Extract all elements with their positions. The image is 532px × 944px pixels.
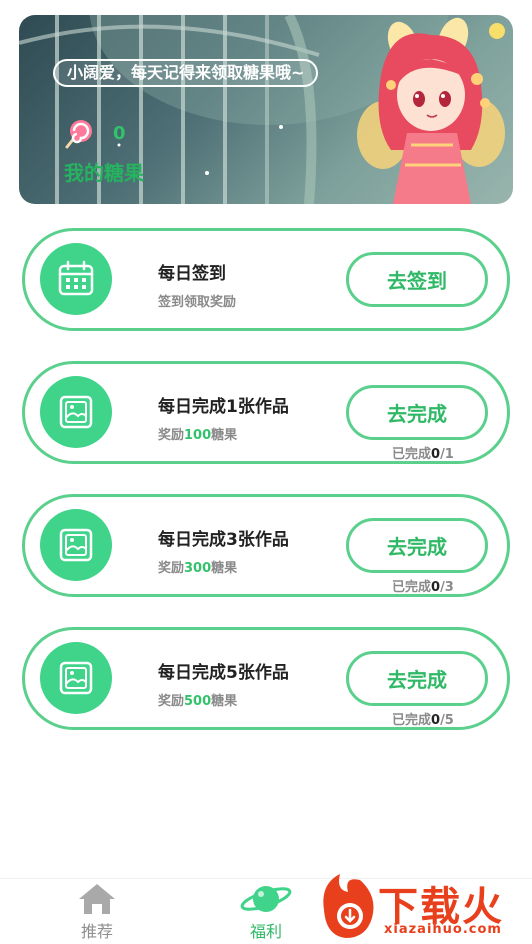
- welfare-banner: 小阔爱，每天记得来领取糖果哦~ 0 我的糖果: [19, 15, 513, 204]
- progress-done: 0: [431, 580, 441, 595]
- task-reward: 奖励300糖果: [158, 557, 237, 576]
- task-progress: 已完成0/5: [392, 709, 454, 728]
- progress-done: 0: [431, 713, 441, 728]
- progress-prefix: 已完成: [392, 580, 432, 595]
- task-subtitle: 签到领取奖励: [158, 295, 237, 310]
- checkin-button[interactable]: 去签到: [346, 252, 488, 307]
- complete-button[interactable]: 去完成: [346, 385, 488, 440]
- reward-suffix: 糖果: [211, 561, 238, 576]
- tab-welfare[interactable]: 福利: [226, 879, 306, 942]
- reward-prefix: 奖励: [158, 428, 185, 443]
- reward-amount: 300: [184, 561, 212, 576]
- tab-label: 推荐: [80, 922, 113, 941]
- task-card-complete-5: 每日完成5张作品 奖励500糖果 去完成 已完成0/5: [22, 627, 510, 730]
- task-icon-badge: [40, 243, 112, 315]
- task-card-daily-checkin: 每日签到 签到领取奖励 去签到: [22, 228, 510, 331]
- calendar-icon: [58, 260, 94, 296]
- complete-button[interactable]: 去完成: [346, 518, 488, 573]
- planet-icon: [240, 886, 292, 912]
- lollipop-icon: [65, 120, 92, 149]
- task-reward: 奖励100糖果: [158, 424, 237, 443]
- my-candy-label: 我的糖果: [64, 161, 144, 185]
- reward-suffix: 糖果: [211, 694, 238, 709]
- complete-button[interactable]: 去完成: [346, 651, 488, 706]
- task-icon-badge: [40, 642, 112, 714]
- home-icon: [79, 884, 115, 914]
- task-title: 每日签到: [158, 264, 226, 284]
- task-icon-badge: [40, 509, 112, 581]
- task-title: 每日完成3张作品: [158, 530, 289, 550]
- image-icon: [59, 528, 93, 562]
- task-progress: 已完成0/3: [392, 576, 454, 595]
- anime-girl-illustration: [357, 17, 505, 204]
- candy-count: 0: [113, 122, 126, 144]
- task-icon-badge: [40, 376, 112, 448]
- progress-total: /1: [440, 447, 454, 462]
- candy-balance: 0: [63, 117, 126, 149]
- tab-recommend[interactable]: 推荐: [57, 879, 137, 942]
- reward-suffix: 糖果: [211, 428, 238, 443]
- progress-prefix: 已完成: [392, 447, 432, 462]
- task-title: 每日完成5张作品: [158, 663, 289, 683]
- reward-prefix: 奖励: [158, 694, 185, 709]
- progress-total: /5: [440, 713, 454, 728]
- task-card-complete-1: 每日完成1张作品 奖励100糖果 去完成 已完成0/1: [22, 361, 510, 464]
- task-title: 每日完成1张作品: [158, 397, 289, 417]
- reward-amount: 100: [184, 428, 212, 443]
- image-icon: [59, 661, 93, 695]
- progress-total: /3: [440, 580, 454, 595]
- progress-done: 0: [431, 447, 441, 462]
- reward-prefix: 奖励: [158, 561, 185, 576]
- progress-prefix: 已完成: [392, 713, 432, 728]
- image-icon: [59, 395, 93, 429]
- greeting-bubble: 小阔爱，每天记得来领取糖果哦~: [53, 59, 319, 87]
- task-progress: 已完成0/1: [392, 443, 454, 462]
- reward-amount: 500: [184, 694, 212, 709]
- watermark-url: xiazaihuo.com: [384, 922, 502, 937]
- tab-label: 福利: [249, 922, 282, 941]
- task-card-complete-3: 每日完成3张作品 奖励300糖果 去完成 已完成0/3: [22, 494, 510, 597]
- task-reward: 奖励500糖果: [158, 690, 237, 709]
